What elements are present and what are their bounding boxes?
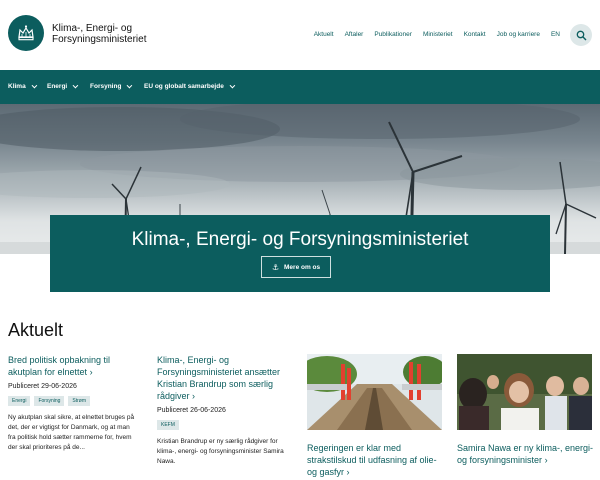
- news-card: Bred politisk opbakning til akutplan for…: [8, 354, 138, 453]
- news-title-text: Samira Nawa er ny klima-, energi- og for…: [457, 443, 594, 465]
- mainnav-forsyning[interactable]: Forsyning: [90, 82, 133, 90]
- news-card: Samira Nawa er ny klima-, energi- og for…: [457, 354, 595, 466]
- chevron-right-icon: ›: [544, 455, 548, 465]
- mainnav-label: Energi: [47, 83, 68, 90]
- topnav-aktuelt[interactable]: Aktuelt: [314, 31, 334, 38]
- site-header: Klima-, Energi- og Forsyningsministeriet…: [0, 0, 600, 70]
- mainnav-klima[interactable]: Klima: [8, 82, 37, 90]
- chevron-down-icon: [31, 82, 37, 88]
- chevron-down-icon: [229, 82, 236, 88]
- news-excerpt: Ny akutplan skal sikre, at elnettet brug…: [8, 414, 135, 451]
- mainnav-label: Klima: [8, 83, 26, 90]
- chevron-down-icon: [127, 82, 133, 88]
- hero-card: Klima-, Energi- og Forsyningsministeriet…: [50, 215, 550, 292]
- hero-title: Klima-, Energi- og Forsyningsministeriet: [131, 229, 469, 250]
- crown-icon[interactable]: [8, 15, 44, 51]
- brand-line-2: Forsyningsministeriet: [52, 34, 147, 45]
- tag[interactable]: Energi: [8, 396, 31, 406]
- news-tags: KEFM: [157, 420, 297, 430]
- main-nav: Klima Energi Forsyning EU og globalt sam…: [0, 70, 600, 104]
- search-button[interactable]: [570, 24, 592, 46]
- chevron-right-icon: ›: [192, 391, 196, 401]
- news-image[interactable]: [307, 354, 442, 430]
- more-about-us-button[interactable]: ⚓ Mere om os: [261, 256, 331, 278]
- more-about-us-label: Mere om os: [284, 263, 321, 271]
- news-card: Klima-, Energi- og Forsyningsministeriet…: [157, 354, 297, 467]
- news-published: Publiceret 26-06-2026: [157, 407, 226, 414]
- news-published: Publiceret 29-06-2026: [8, 383, 77, 390]
- section-title: Aktuelt: [8, 320, 64, 340]
- news-card: Regeringen er klar med strakstilskud til…: [307, 354, 442, 478]
- news-image[interactable]: [457, 354, 592, 430]
- topnav-publikationer[interactable]: Publikationer: [374, 31, 412, 38]
- chevron-down-icon: [72, 82, 79, 88]
- topnav-kontakt[interactable]: Kontakt: [464, 31, 486, 38]
- tag[interactable]: KEFM: [157, 420, 179, 430]
- mainnav-energi[interactable]: Energi: [47, 82, 79, 90]
- topnav-language[interactable]: EN: [551, 31, 560, 38]
- mainnav-label: Forsyning: [90, 83, 122, 90]
- news-title-text: Regeringen er klar med strakstilskud til…: [307, 443, 437, 477]
- news-title[interactable]: Klima-, Energi- og Forsyningsministeriet…: [157, 354, 297, 402]
- brand-name[interactable]: Klima-, Energi- og Forsyningsministeriet: [52, 23, 162, 45]
- news-title[interactable]: Samira Nawa er ny klima-, energi- og for…: [457, 442, 595, 466]
- search-icon: [576, 30, 586, 40]
- topnav-job[interactable]: Job og karriere: [497, 31, 540, 38]
- news-title-text: Bred politisk opbakning til akutplan for…: [8, 355, 111, 377]
- news-title[interactable]: Regeringen er klar med strakstilskud til…: [307, 442, 442, 478]
- tag[interactable]: Strøm: [68, 396, 91, 406]
- chevron-right-icon: ›: [89, 367, 93, 377]
- chevron-right-icon: ›: [346, 467, 350, 477]
- news-excerpt: Kristian Brandrup er ny særlig rådgiver …: [157, 438, 284, 465]
- news-title-text: Klima-, Energi- og Forsyningsministeriet…: [157, 355, 281, 401]
- tag[interactable]: Forsyning: [34, 396, 65, 406]
- topnav-aftaler[interactable]: Aftaler: [345, 31, 364, 38]
- topnav-ministeriet[interactable]: Ministeriet: [423, 31, 453, 38]
- mainnav-label: EU og globalt samarbejde: [144, 83, 224, 90]
- brand-line-1: Klima-, Energi- og: [52, 23, 133, 34]
- top-nav: Aktuelt Aftaler Publikationer Ministerie…: [303, 31, 560, 38]
- news-tags: Energi Forsyning Strøm: [8, 396, 138, 406]
- news-title[interactable]: Bred politisk opbakning til akutplan for…: [8, 354, 138, 378]
- mainnav-eu[interactable]: EU og globalt samarbejde: [144, 82, 236, 90]
- anchor-icon: ⚓: [271, 262, 280, 272]
